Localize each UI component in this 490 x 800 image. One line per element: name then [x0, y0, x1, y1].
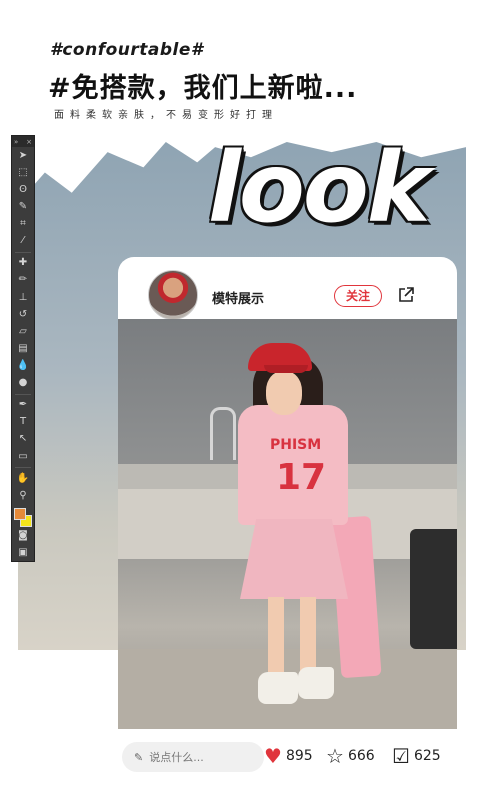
- lasso-tool-icon[interactable]: ʘ: [16, 183, 30, 196]
- quick-select-tool-icon[interactable]: ✎: [16, 201, 30, 214]
- hashtag-title: #confourtable#: [50, 40, 204, 60]
- blur-tool-icon[interactable]: 💧: [16, 359, 30, 372]
- close-icon[interactable]: ×: [26, 138, 32, 146]
- clone-stamp-tool-icon[interactable]: ⊥: [16, 291, 30, 304]
- model-leg-left: [268, 597, 284, 677]
- foreground-color-swatch[interactable]: [14, 508, 26, 521]
- comment-input[interactable]: ✎ 说点什么...: [122, 742, 264, 772]
- eyedropper-tool-icon[interactable]: ⁄: [16, 235, 30, 248]
- pencil-icon: ✎: [134, 750, 144, 764]
- tools-panel: » × ➤ ⬚ ʘ ✎ ⌗ ⁄ ✚ ✏ ⊥ ↺ ▱ ▤ 💧 ● ✒ T ↖ ▭ …: [11, 135, 35, 562]
- avatar[interactable]: [148, 270, 198, 320]
- follow-button[interactable]: 关注: [334, 285, 382, 307]
- sofa: [410, 529, 457, 649]
- quick-mask-icon[interactable]: ◙: [16, 529, 30, 542]
- pen-tool-icon[interactable]: ✒: [16, 399, 30, 412]
- star-icon[interactable]: ☆: [326, 746, 344, 766]
- type-tool-icon[interactable]: T: [16, 416, 30, 429]
- star-stat[interactable]: ☆ 666: [326, 746, 375, 766]
- marquee-tool-icon[interactable]: ⬚: [16, 166, 30, 179]
- like-stat[interactable]: ♥ 895: [264, 746, 313, 766]
- star-count: 666: [347, 748, 375, 764]
- zoom-tool-icon[interactable]: ⚲: [16, 489, 30, 502]
- heart-icon[interactable]: ♥: [264, 746, 282, 766]
- model-shoe-right: [298, 667, 334, 699]
- like-count: 895: [285, 748, 313, 764]
- collapse-icon[interactable]: »: [14, 138, 18, 146]
- check-stat[interactable]: ☑ 625: [392, 746, 441, 766]
- model-figure: PHISM 17: [218, 327, 382, 727]
- model-face: [266, 371, 302, 415]
- gradient-tool-icon[interactable]: ▤: [16, 342, 30, 355]
- shape-tool-icon[interactable]: ▭: [16, 450, 30, 463]
- post-card: 模特展示 关注 PHISM 17: [118, 257, 457, 732]
- screen-mode-icon[interactable]: ▣: [16, 546, 30, 559]
- path-select-tool-icon[interactable]: ↖: [16, 433, 30, 446]
- subheadline: 面料柔软亲肤，不易变形好打理: [54, 110, 278, 121]
- checkbox-icon[interactable]: ☑: [392, 746, 410, 766]
- headline: #免搭款，我们上新啦...: [48, 73, 358, 104]
- color-swatches[interactable]: [14, 508, 32, 528]
- toolbar-divider: [15, 467, 31, 469]
- dodge-tool-icon[interactable]: ●: [16, 377, 30, 390]
- crop-tool-icon[interactable]: ⌗: [16, 218, 30, 231]
- brush-tool-icon[interactable]: ✏: [16, 274, 30, 287]
- move-tool-icon[interactable]: ➤: [16, 149, 30, 162]
- tools-panel-header: » ×: [12, 136, 34, 148]
- hand-tool-icon[interactable]: ✋: [16, 472, 30, 485]
- share-icon[interactable]: [398, 287, 414, 303]
- model-photo: PHISM 17: [118, 319, 457, 729]
- username[interactable]: 模特展示: [212, 288, 264, 307]
- toolbar-divider: [15, 393, 31, 395]
- eraser-tool-icon[interactable]: ▱: [16, 325, 30, 338]
- model-skirt: [240, 519, 348, 599]
- model-cap-brim: [264, 365, 308, 373]
- toolbar-divider: [15, 251, 31, 253]
- check-count: 625: [413, 748, 441, 764]
- healing-brush-tool-icon[interactable]: ✚: [16, 257, 30, 270]
- interaction-bar: ✎ 说点什么... ♥ 895 ☆ 666 ☑ 625: [118, 740, 457, 774]
- history-brush-tool-icon[interactable]: ↺: [16, 308, 30, 321]
- comment-placeholder: 说点什么...: [149, 751, 204, 764]
- shirt-number-text: 17: [276, 457, 327, 498]
- model-leg-right: [300, 597, 316, 677]
- model-shoe-left: [258, 672, 298, 704]
- shirt-brand-text: PHISM: [270, 437, 322, 453]
- look-hero-text: look: [208, 132, 431, 244]
